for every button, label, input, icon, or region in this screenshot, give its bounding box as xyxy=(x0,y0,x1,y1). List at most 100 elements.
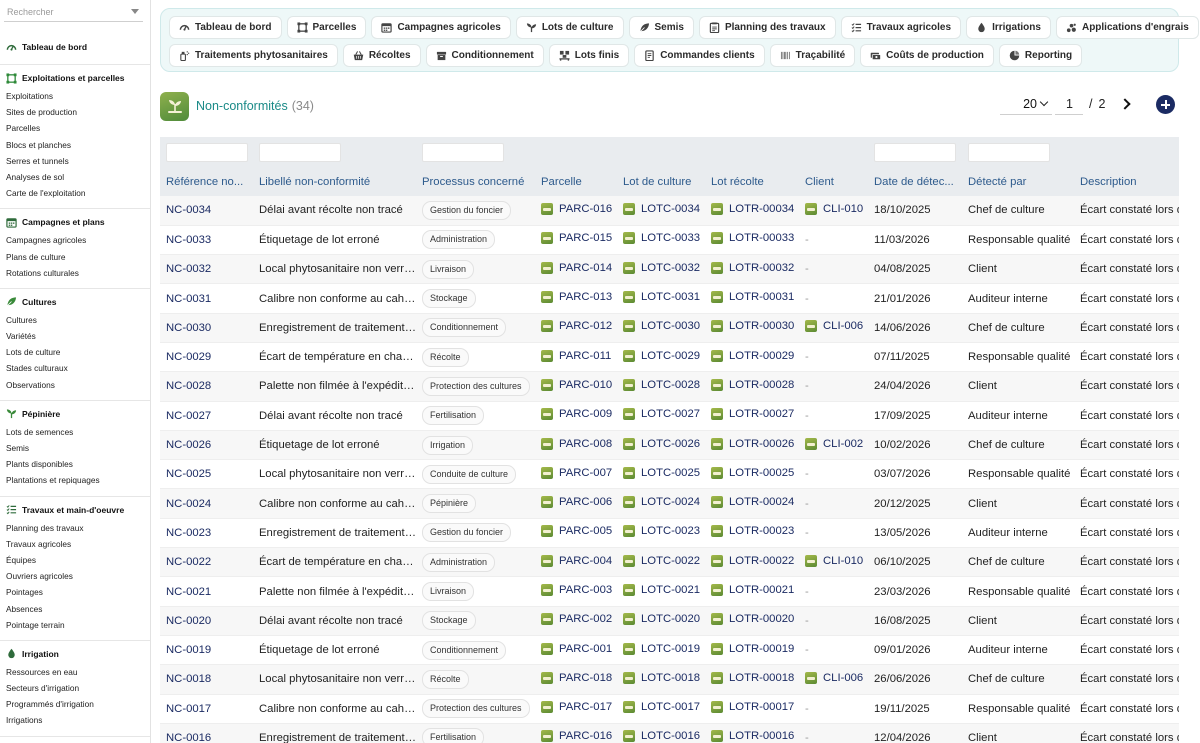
reference-link[interactable]: NC-0023 xyxy=(166,527,211,539)
records-table-container[interactable]: Référence no... Libellé non-conformité Pro… xyxy=(160,137,1179,743)
reference-link[interactable]: NC-0025 xyxy=(166,468,211,480)
table-row[interactable]: NC-0034 Délai avant récolte non tracé Gest… xyxy=(160,196,1179,226)
parcel-link[interactable]: PARC-003 xyxy=(541,584,612,596)
parcel-link[interactable]: PARC-015 xyxy=(541,232,612,245)
table-row[interactable]: NC-0033 Étiquetage de lot erroné Administr… xyxy=(160,225,1179,256)
parcel-link[interactable]: PARC-014 xyxy=(541,261,612,274)
sidebar-item[interactable]: Planning des travaux xyxy=(0,520,150,536)
column-header[interactable]: Référence no... xyxy=(160,168,253,196)
reference-link[interactable]: NC-0020 xyxy=(166,615,211,627)
sidebar-search[interactable] xyxy=(4,2,143,22)
sidebar-item[interactable]: Rotations culturales xyxy=(0,265,150,281)
sidebar-item[interactable]: Plans de culture xyxy=(0,249,150,265)
crop-lot-link[interactable]: LOTC-0030 xyxy=(623,320,700,333)
toolbar-button[interactable]: Planning des travaux xyxy=(698,16,836,39)
table-row[interactable]: NC-0022 Écart de température en chambre f… xyxy=(160,547,1179,578)
reference-link[interactable]: NC-0021 xyxy=(166,586,211,598)
reference-link[interactable]: NC-0034 xyxy=(166,204,211,216)
parcel-link[interactable]: PARC-010 xyxy=(541,378,612,391)
parcel-link[interactable]: PARC-009 xyxy=(541,408,612,421)
harvest-lot-link[interactable]: LOTR-00031 xyxy=(711,291,794,304)
table-row[interactable]: NC-0023 Enregistrement de traitement inco… xyxy=(160,518,1179,549)
harvest-lot-link[interactable]: LOTR-00032 xyxy=(711,261,794,274)
harvest-lot-link[interactable]: LOTR-00017 xyxy=(711,701,794,714)
sidebar-item[interactable]: Lots de semences xyxy=(0,424,150,440)
toolbar-button[interactable]: Reporting xyxy=(998,44,1083,67)
column-header[interactable]: Client xyxy=(799,168,868,196)
sidebar-item[interactable]: Ressources en eau xyxy=(0,664,150,680)
crop-lot-link[interactable]: LOTC-0031 xyxy=(623,291,700,304)
sidebar-item[interactable]: Parcelles xyxy=(0,120,150,136)
harvest-lot-link[interactable]: LOTR-00021 xyxy=(711,584,794,596)
toolbar-button[interactable]: Coûts de production xyxy=(860,44,994,67)
toolbar-button[interactable]: Conditionnement xyxy=(425,44,544,67)
crop-lot-link[interactable]: LOTC-0021 xyxy=(623,584,700,596)
toolbar-button[interactable]: Récoltes xyxy=(342,44,421,67)
toolbar-button[interactable]: Traçabilité xyxy=(769,44,856,67)
table-row[interactable]: NC-0024 Calibre non conforme au cahier de… xyxy=(160,488,1179,519)
sidebar-item[interactable]: Travaux agricoles xyxy=(0,536,150,552)
table-row[interactable]: NC-0027 Délai avant récolte non tracé Fert… xyxy=(160,401,1179,431)
client-link[interactable]: CLI-010 xyxy=(805,202,863,215)
parcel-link[interactable]: PARC-006 xyxy=(541,496,612,509)
harvest-lot-link[interactable]: LOTR-00026 xyxy=(711,437,794,450)
column-header[interactable]: Lot récolte xyxy=(705,168,799,196)
sidebar-item[interactable]: Stades culturaux xyxy=(0,360,150,376)
toolbar-button[interactable]: Semis xyxy=(628,16,694,39)
sidebar-item[interactable]: Blocs et planches xyxy=(0,137,150,153)
sidebar-item[interactable]: Semis xyxy=(0,440,150,456)
reference-link[interactable]: NC-0022 xyxy=(166,556,211,568)
sidebar-item[interactable]: Plants disponibles xyxy=(0,456,150,472)
crop-lot-link[interactable]: LOTC-0033 xyxy=(623,232,700,245)
reference-link[interactable]: NC-0026 xyxy=(166,439,211,451)
reference-link[interactable]: NC-0032 xyxy=(166,263,211,275)
table-row[interactable]: NC-0017 Calibre non conforme au cahier de… xyxy=(160,694,1179,724)
toolbar-button[interactable]: Campagnes agricoles xyxy=(371,16,511,39)
parcel-link[interactable]: PARC-004 xyxy=(541,554,612,567)
column-header[interactable]: Lot de culture xyxy=(617,168,705,196)
harvest-lot-link[interactable]: LOTR-00033 xyxy=(711,232,794,245)
crop-lot-link[interactable]: LOTC-0032 xyxy=(623,261,700,274)
crop-lot-link[interactable]: LOTC-0020 xyxy=(623,613,700,626)
column-header[interactable]: Date de détec... xyxy=(868,168,962,196)
crop-lot-link[interactable]: LOTC-0016 xyxy=(623,730,700,743)
toolbar-button[interactable]: Traitements phytosanitaires xyxy=(169,44,338,67)
toolbar-button[interactable]: Lots de culture xyxy=(515,16,624,39)
next-page-button[interactable] xyxy=(1119,97,1133,111)
sidebar-item[interactable]: Serres et tunnels xyxy=(0,153,150,169)
toolbar-button[interactable]: Irrigations xyxy=(966,16,1051,39)
table-row[interactable]: NC-0019 Étiquetage de lot erroné Condition… xyxy=(160,635,1179,666)
harvest-lot-link[interactable]: LOTR-00034 xyxy=(711,202,794,215)
table-row[interactable]: NC-0029 Écart de température en chambre f… xyxy=(160,342,1179,373)
reference-link[interactable]: NC-0017 xyxy=(166,703,211,715)
chevron-down-icon[interactable] xyxy=(131,9,139,14)
harvest-lot-link[interactable]: LOTR-00023 xyxy=(711,525,794,538)
sidebar-item[interactable]: Secteurs d'irrigation xyxy=(0,680,150,696)
table-row[interactable]: NC-0016 Enregistrement de traitement inco… xyxy=(160,723,1179,743)
harvest-lot-link[interactable]: LOTR-00025 xyxy=(711,466,794,479)
crop-lot-link[interactable]: LOTC-0017 xyxy=(623,701,700,714)
add-record-button[interactable] xyxy=(1156,95,1175,114)
table-row[interactable]: NC-0020 Délai avant récolte non tracé Stoc… xyxy=(160,606,1179,636)
table-row[interactable]: NC-0026 Étiquetage de lot erroné Irrigatio… xyxy=(160,430,1179,461)
sidebar-item[interactable]: Ouvriers agricoles xyxy=(0,568,150,584)
table-row[interactable]: NC-0018 Local phytosanitaire non verrouil… xyxy=(160,664,1179,695)
parcel-link[interactable]: PARC-016 xyxy=(541,202,612,215)
sidebar-section-title[interactable]: Pépinière xyxy=(0,407,150,421)
reference-link[interactable]: NC-0027 xyxy=(166,410,211,422)
sidebar-item[interactable]: Programmés d'irrigation xyxy=(0,696,150,712)
column-filter-input[interactable] xyxy=(166,143,248,162)
column-header[interactable]: Libellé non-conformité xyxy=(253,168,416,196)
sidebar-item[interactable]: Observations xyxy=(0,377,150,393)
crop-lot-link[interactable]: LOTC-0024 xyxy=(623,496,700,509)
harvest-lot-link[interactable]: LOTR-00024 xyxy=(711,496,794,509)
sidebar-item[interactable]: Analyses de sol xyxy=(0,169,150,185)
reference-link[interactable]: NC-0031 xyxy=(166,293,211,305)
reference-link[interactable]: NC-0016 xyxy=(166,732,211,743)
parcel-link[interactable]: PARC-001 xyxy=(541,642,612,655)
sidebar-section-title[interactable]: Cultures xyxy=(0,295,150,309)
sidebar-section-title[interactable]: Exploitations et parcelles xyxy=(0,71,150,85)
crop-lot-link[interactable]: LOTC-0026 xyxy=(623,437,700,450)
column-header[interactable]: Description xyxy=(1074,168,1179,196)
sidebar-section-title[interactable]: Tableau de bord xyxy=(0,40,150,54)
